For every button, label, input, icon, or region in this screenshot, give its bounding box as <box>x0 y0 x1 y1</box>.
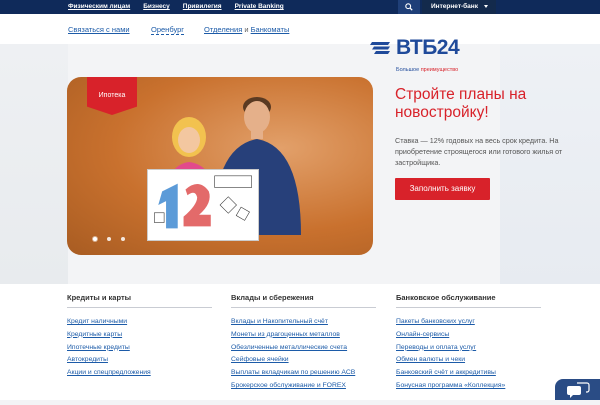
search-icon <box>405 3 413 11</box>
top-navigation-bar: Физическим лицам Бизнесу Привилегия Priv… <box>0 0 600 14</box>
search-button[interactable] <box>398 0 420 14</box>
column-heading: Кредиты и карты <box>67 293 212 308</box>
internet-bank-label: Интернет-банк <box>431 3 478 10</box>
list-item[interactable]: Онлайн-сервисы <box>396 329 541 342</box>
chat-icon <box>567 382 590 398</box>
nav-privilege[interactable]: Привилегия <box>183 3 222 10</box>
list-item[interactable]: Переводы и оплата услуг <box>396 342 541 355</box>
vtb-logo-mark-icon <box>370 42 390 54</box>
list-item[interactable]: Обмен валюты и чеки <box>396 354 541 367</box>
list-item[interactable]: Кредит наличными <box>67 316 212 329</box>
offer-title: Стройте планы на новостройку! <box>395 86 527 121</box>
banking-service-column: Банковское обслуживание Пакеты банковски… <box>396 293 541 393</box>
list-item[interactable]: Кредитные карты <box>67 329 212 342</box>
nav-individuals[interactable]: Физическим лицам <box>68 3 130 10</box>
city-selector[interactable]: Оренбург <box>151 25 185 35</box>
column-heading: Вклады и сбережения <box>231 293 376 308</box>
list-item[interactable]: Банковский счёт и аккредитивы <box>396 367 541 380</box>
slider-dot-3[interactable] <box>121 237 125 241</box>
slogan-part-2: преимущество <box>420 67 459 73</box>
services-section: Кредиты и карты Кредит наличными Кредитн… <box>0 284 600 400</box>
apartment-plan-poster <box>147 169 259 241</box>
secondary-bar: Связаться с нами Оренбург Отделения и Ба… <box>0 14 600 44</box>
branches-link[interactable]: Отделения <box>204 25 242 34</box>
internet-bank-dropdown[interactable]: Интернет-банк <box>422 0 496 14</box>
chat-widget-button[interactable] <box>555 379 600 400</box>
slider-dot-1[interactable] <box>93 237 97 241</box>
list-item[interactable]: Автокредиты <box>67 354 212 367</box>
branches-and-text: и <box>242 25 251 34</box>
promo-banner[interactable]: Ипотека <box>67 77 373 255</box>
background-left <box>0 44 68 284</box>
slider-dot-2[interactable] <box>107 237 111 241</box>
branches-atms: Отделения и Банкоматы <box>204 25 289 34</box>
slider-dots <box>93 237 125 241</box>
list-item[interactable]: Выплаты вкладчикам по решению АСВ <box>231 367 376 380</box>
contact-us-link[interactable]: Связаться с нами <box>68 25 130 34</box>
atms-link[interactable]: Банкоматы <box>251 25 290 34</box>
column-heading: Банковское обслуживание <box>396 293 541 308</box>
offer-description: Ставка — 12% годовых на весь срок кредит… <box>395 136 563 167</box>
logo-slogan: Большое преимущество <box>396 67 458 73</box>
list-item[interactable]: Бонусная программа «Коллекция» <box>396 380 541 393</box>
credits-cards-column: Кредиты и карты Кредит наличными Кредитн… <box>67 293 212 380</box>
list-item[interactable]: Монеты из драгоценных металлов <box>231 329 376 342</box>
list-item[interactable]: Обезличенные металлические счета <box>231 342 376 355</box>
segment-nav: Физическим лицам Бизнесу Привилегия Priv… <box>68 3 284 10</box>
nav-business[interactable]: Бизнесу <box>143 3 170 10</box>
banner-tag: Ипотека <box>87 77 137 115</box>
list-item[interactable]: Ипотечные кредиты <box>67 342 212 355</box>
list-item[interactable]: Пакеты банковских услуг <box>396 316 541 329</box>
list-item[interactable]: Сейфовые ячейки <box>231 354 376 367</box>
chevron-down-icon <box>484 5 488 8</box>
list-item[interactable]: Акции и спецпредложения <box>67 367 212 380</box>
list-item[interactable]: Брокерское обслуживание и FOREX <box>231 380 376 393</box>
deposits-savings-column: Вклады и сбережения Вклады и Накопительн… <box>231 293 376 393</box>
apply-button[interactable]: Заполнить заявку <box>395 178 490 200</box>
nav-private-banking[interactable]: Private Banking <box>235 3 284 10</box>
logo-name: ВТБ24 <box>396 36 460 59</box>
slogan-part-1: Большое <box>396 67 421 73</box>
list-item[interactable]: Вклады и Накопительный счёт <box>231 316 376 329</box>
